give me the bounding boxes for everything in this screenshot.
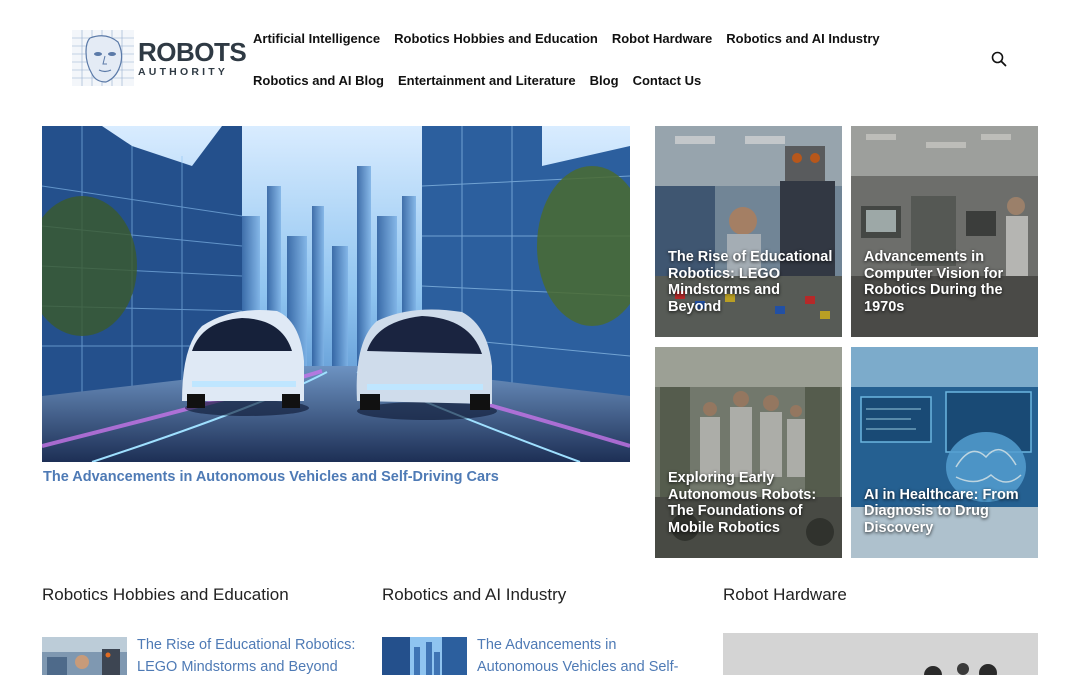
featured-tile-early-autonomous-robots[interactable]: Exploring Early Autonomous Robots: The F… (655, 347, 842, 558)
article-thumbnail[interactable] (42, 637, 127, 675)
nav-row-2: Robotics and AI Blog Entertainment and L… (246, 66, 886, 94)
section-title-robotics-ai-industry[interactable]: Robotics and AI Industry (382, 585, 566, 605)
hero-featured-image[interactable] (42, 126, 630, 462)
nav-item-entertainment-literature[interactable]: Entertainment and Literature (391, 73, 583, 88)
nav-item-contact-us[interactable]: Contact Us (626, 73, 709, 88)
featured-tile-ai-healthcare[interactable]: AI in Healthcare: From Diagnosis to Drug… (851, 347, 1038, 558)
featured-tile-educational-robotics[interactable]: The Rise of Educational Robotics: LEGO M… (655, 126, 842, 337)
nav-item-robot-hardware[interactable]: Robot Hardware (605, 31, 719, 46)
site-logo[interactable]: ROBOTS AUTHORITY (72, 30, 247, 86)
robot-hardware-featured-image[interactable] (723, 633, 1038, 675)
tile-title[interactable]: The Rise of Educational Robotics: LEGO M… (668, 249, 834, 315)
featured-tile-computer-vision-1970s[interactable]: Advancements in Computer Vision for Robo… (851, 126, 1038, 337)
section-article-link[interactable]: The Advancements in Autonomous Vehicles … (477, 634, 697, 675)
tile-title[interactable]: AI in Healthcare: From Diagnosis to Drug… (864, 487, 1030, 537)
section-title-robot-hardware[interactable]: Robot Hardware (723, 585, 847, 605)
section-title-robotics-hobbies[interactable]: Robotics Hobbies and Education (42, 585, 289, 605)
logo-subtitle: AUTHORITY (138, 65, 229, 78)
nav-item-robotics-hobbies-education[interactable]: Robotics Hobbies and Education (387, 31, 605, 46)
tile-title[interactable]: Exploring Early Autonomous Robots: The F… (668, 470, 834, 536)
main-navigation: Artificial Intelligence Robotics Hobbies… (246, 24, 886, 108)
tile-title[interactable]: Advancements in Computer Vision for Robo… (864, 249, 1030, 315)
nav-item-robotics-ai-blog[interactable]: Robotics and AI Blog (246, 73, 391, 88)
robot-face-logo-icon (72, 30, 134, 86)
search-icon[interactable] (990, 50, 1008, 68)
nav-row-1: Artificial Intelligence Robotics Hobbies… (246, 24, 886, 52)
nav-item-artificial-intelligence[interactable]: Artificial Intelligence (246, 31, 387, 46)
article-thumbnail[interactable] (382, 637, 467, 675)
nav-item-robotics-ai-industry[interactable]: Robotics and AI Industry (719, 31, 886, 46)
hero-article-title[interactable]: The Advancements in Autonomous Vehicles … (43, 469, 631, 485)
section-article-link[interactable]: The Rise of Educational Robotics: LEGO M… (137, 634, 357, 675)
logo-title: ROBOTS (138, 36, 247, 67)
nav-item-blog[interactable]: Blog (583, 73, 626, 88)
